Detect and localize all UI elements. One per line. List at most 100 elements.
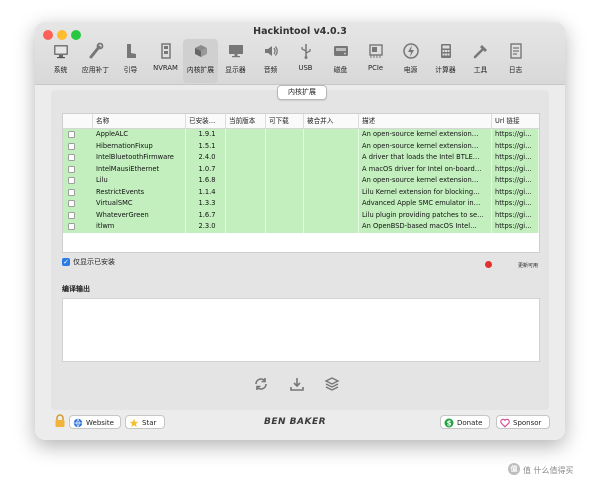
cell-url: https://gi… [492, 175, 539, 187]
cell-installed: 1.6.8 [186, 175, 226, 187]
row-checkbox[interactable] [68, 154, 75, 161]
cell-desc: Advanced Apple SMC emulator in… [359, 198, 492, 210]
refresh-icon[interactable] [252, 375, 270, 393]
cell-desc: A macOS driver for Intel on-board… [359, 163, 492, 175]
cell-installed: 2.4.0 [186, 152, 226, 164]
tab-boot[interactable]: 引导 [113, 39, 148, 83]
cell-name: itlwm [93, 221, 186, 233]
cell-current [226, 209, 266, 221]
tab-log[interactable]: 日志 [498, 39, 533, 83]
window-title: Hackintool v4.0.3 [253, 26, 347, 37]
cell-desc: A driver that loads the Intel BTLE… [359, 152, 492, 164]
titlebar: Hackintool v4.0.3 系统 应用补丁 引导 NVRAM 内核扩展 [35, 22, 565, 85]
col-installed[interactable]: 已安装… [186, 114, 226, 128]
col-checkbox[interactable] [63, 114, 93, 128]
cell-merged [304, 175, 359, 187]
table-row[interactable]: WhateverGreen 1.6.7 Lilu plugin providing … [63, 209, 539, 221]
update-indicator-dot [485, 261, 492, 268]
table-row[interactable]: VirtualSMC 1.3.3 Advanced Apple SMC emulat… [63, 198, 539, 210]
website-button[interactable]: Website [69, 415, 121, 429]
boot-icon [126, 44, 136, 58]
tab-system[interactable]: 系统 [43, 39, 78, 83]
row-checkbox[interactable] [68, 211, 75, 219]
compile-output-area[interactable] [62, 298, 540, 362]
table-row[interactable]: RestrictEvents 1.1.4 Lilu Kernel extension… [63, 186, 539, 198]
tab-disk[interactable]: 磁盘 [323, 39, 358, 83]
tab-patch[interactable]: 应用补丁 [78, 39, 113, 83]
heart-icon [500, 418, 510, 428]
star-button[interactable]: Star [125, 415, 165, 429]
installed-only-checkbox[interactable]: ✓ [62, 258, 70, 266]
cell-installed: 1.6.7 [186, 209, 226, 221]
col-current[interactable]: 当前版本 [226, 114, 266, 128]
cell-desc: An open-source kernel extension… [359, 140, 492, 152]
tab-kext[interactable]: 内核扩展 [183, 39, 218, 83]
wrench-icon [89, 42, 103, 59]
table-row[interactable]: AppleALC 1.9.1 An open-source kernel exten… [63, 129, 539, 141]
layers-icon[interactable] [323, 375, 341, 393]
tab-power[interactable]: 电源 [393, 39, 428, 83]
cell-url: https://gi… [492, 221, 539, 233]
cell-current [226, 198, 266, 210]
log-icon [509, 43, 522, 59]
memory-icon [160, 43, 171, 59]
row-checkbox[interactable] [68, 223, 75, 230]
cell-name: RestrictEvents [93, 186, 186, 198]
cell-url: https://gi… [492, 198, 539, 210]
table-row[interactable]: itlwm 2.3.0 An OpenBSD-based macOS Intel… h… [63, 221, 539, 233]
cell-merged [304, 198, 359, 210]
download-icon[interactable] [288, 375, 306, 393]
display-icon [228, 45, 243, 58]
kext-icon [194, 45, 207, 57]
cell-name: HibernationFixup [93, 140, 186, 152]
lock-icon[interactable] [54, 414, 66, 428]
col-description[interactable]: 描述 [359, 114, 492, 128]
watermark-logo-icon: 值 [508, 463, 520, 475]
row-checkbox[interactable] [68, 142, 75, 150]
tab-calculator[interactable]: 计算器 [428, 39, 463, 83]
table-row[interactable]: HibernationFixup 1.5.1 An open-source kern… [63, 140, 539, 152]
table-row[interactable]: IntelBluetoothFirmware 2.4.0 A driver that… [63, 152, 539, 164]
cell-installed: 1.1.4 [186, 186, 226, 198]
cell-url: https://gi… [492, 152, 539, 164]
row-checkbox[interactable] [68, 165, 75, 173]
cell-desc: Lilu plugin providing patches to se… [359, 209, 492, 221]
row-checkbox[interactable] [68, 177, 75, 184]
cell-merged [304, 209, 359, 221]
cell-installed: 1.3.3 [186, 198, 226, 210]
tab-tools[interactable]: 工具 [463, 39, 498, 83]
cell-merged [304, 186, 359, 198]
cell-merged [304, 163, 359, 175]
row-checkbox[interactable] [68, 131, 75, 138]
segment-kext[interactable]: 内核扩展 [277, 85, 327, 100]
tab-usb[interactable]: USB [288, 39, 323, 83]
col-name[interactable]: 名称 [93, 114, 186, 128]
col-merged[interactable]: 被合并入 [304, 114, 359, 128]
cell-name: VirtualSMC [93, 198, 186, 210]
cell-download [266, 198, 304, 210]
table-row[interactable]: IntelMausiEthernet 1.0.7 A macOS driver fo… [63, 163, 539, 175]
cell-desc: Lilu Kernel extension for blocking… [359, 186, 492, 198]
tab-nvram[interactable]: NVRAM [148, 39, 183, 83]
table-row[interactable]: Lilu 1.6.8 An open-source kernel extension… [63, 175, 539, 187]
donate-button[interactable]: $ Donate [440, 415, 490, 429]
star-icon [129, 418, 139, 427]
cell-name: Lilu [93, 175, 186, 187]
cell-url: https://gi… [492, 140, 539, 152]
cell-current [226, 152, 266, 164]
tab-pcie[interactable]: PCIe [358, 39, 393, 83]
sponsor-button[interactable]: Sponsor [496, 415, 550, 429]
col-download[interactable]: 可下载 [266, 114, 304, 128]
row-checkbox[interactable] [68, 188, 75, 196]
speaker-icon [264, 46, 278, 56]
col-url[interactable]: Url 链接 [492, 114, 539, 128]
row-checkbox[interactable] [68, 200, 75, 207]
watermark-text: 值 什么值得买 [523, 466, 574, 475]
cell-name: AppleALC [93, 129, 186, 141]
ben-baker-logo: BEN BAKER [263, 417, 327, 427]
tab-display[interactable]: 显示器 [218, 39, 253, 83]
pcie-icon [368, 44, 383, 58]
cell-current [226, 129, 266, 141]
tab-audio[interactable]: 音频 [253, 39, 288, 83]
cell-current [226, 221, 266, 233]
